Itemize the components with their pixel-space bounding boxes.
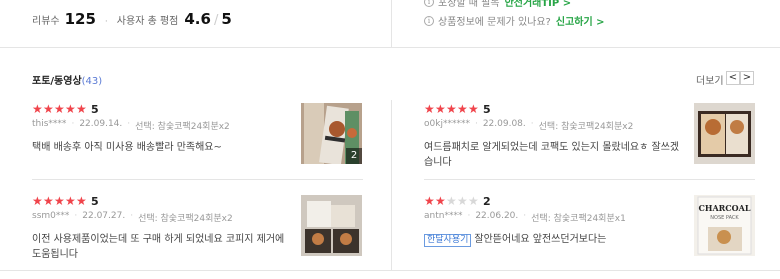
star-icon: ★ [76,102,87,116]
reviewer-id: o0kj****** [424,119,470,129]
star-icon: ★ [32,194,43,208]
average-rating: 4.6 [184,10,211,28]
review-option: 선택: 참숯코팩24회분x2 [538,122,634,132]
star-icon: ★ [446,194,457,208]
review-text: 이전 사용제품이었는데 또 구매 하게 되었네요 코피지 제거에 도움됩니다 [32,234,285,260]
review-date: 22.07.27. [82,211,126,221]
product-photo-image [694,103,755,164]
star-icon: ★ [424,194,435,208]
section-title-text: 포토/동영상 [32,76,82,87]
thumb-brand-text: CHARCOAL [698,203,751,213]
row-divider [424,179,755,180]
star-icon: ★ [32,102,43,116]
report-notice: i 상품정보에 문제가 있나요? 신고하기 > [424,13,605,28]
separator-dot: · [104,17,108,27]
section-count: (43) [81,76,103,87]
star-icon: ★ [468,102,479,116]
review-count: 125 [64,10,96,28]
star-icon: ★ [446,102,457,116]
product-photo-image [301,195,362,256]
row-divider [32,179,363,180]
reviewer-id: this**** [32,119,67,129]
reviewer-id: antn**** [424,211,463,221]
photo-count-badge: 2 [346,148,362,164]
prev-page-button[interactable]: < [726,71,740,85]
rating-summary: 리뷰수 125 · 사용자 총 평점 4.6 / 5 [32,10,232,28]
review-photo[interactable] [301,195,362,256]
review-option: 선택: 참숯코팩24회분x2 [138,214,233,224]
rating-value: 5 [91,102,99,116]
star-icon: ★ [468,194,479,208]
info-icon: i [424,15,434,26]
review-photo[interactable]: 2 [301,103,362,164]
report-text: 상품정보에 문제가 있나요? [438,17,551,28]
star-icon: ★ [65,194,76,208]
star-icon: ★ [43,194,54,208]
star-icon: ★ [435,194,446,208]
star-icon: ★ [43,102,54,116]
review-summary: 리뷰수 125 · 사용자 총 평점 4.6 / 5 i 포장할 때 필독 안전… [0,0,780,48]
rating-value: 2 [483,194,491,208]
rating-value: 5 [91,194,99,208]
rating-slash: / [213,13,219,28]
average-rating-label: 사용자 총 평점 [116,16,179,27]
review-date: 22.09.08. [482,119,526,129]
photo-video-section-title: 포토/동영상(43) [32,72,102,87]
safe-trade-text: 포장할 때 필독 [438,0,500,9]
star-icon: ★ [457,102,468,116]
thumb-sub-text: NOSE PACK [710,215,739,221]
safe-trade-tip-link[interactable]: 안전거래TIP > [505,0,572,9]
review-text: 잘안뜯어네요 앞전쓰던거보다는 [474,234,607,245]
review-text: 택배 배송후 아직 미사용 배송빨라 만족해요~ [32,142,222,153]
next-page-button[interactable]: > [740,71,754,85]
star-icon: ★ [54,102,65,116]
reviewer-id: ssm0*** [32,211,70,221]
info-icon: i [424,0,434,7]
rating-value: 5 [483,102,491,116]
review-photo[interactable]: CHARCOAL NOSE PACK [694,195,755,256]
month-use-badge: 한달사용기 [424,234,472,247]
review-date: 22.09.14. [79,119,123,129]
more-link[interactable]: 더보기 [696,72,724,87]
star-icon: ★ [54,194,65,208]
safe-trade-notice: i 포장할 때 필독 안전거래TIP > [424,0,571,9]
max-rating: 5 [221,10,232,28]
summary-divider [391,0,392,48]
column-divider [391,100,392,270]
review-text-line: 한달사용기 잘안뜯어네요 앞전쓰던거보다는 [424,232,682,247]
review-date: 22.06.20. [475,211,519,221]
review-option: 선택: 참숯코팩24회분x1 [531,214,626,224]
review-text: 여드름패치로 알게되었는데 코팩도 있는지 몰랐네요ㅎ 잘쓰겠습니다 [424,142,680,168]
star-icon: ★ [457,194,468,208]
star-icon: ★ [65,102,76,116]
review-option: 선택: 참숯코팩24회분x2 [135,122,230,132]
star-icon: ★ [435,102,446,116]
bottom-divider [0,270,780,271]
star-icon: ★ [76,194,87,208]
review-count-label: 리뷰수 [32,16,60,27]
report-link[interactable]: 신고하기 > [556,13,605,28]
star-icon: ★ [424,102,435,116]
review-photo[interactable] [694,103,755,164]
